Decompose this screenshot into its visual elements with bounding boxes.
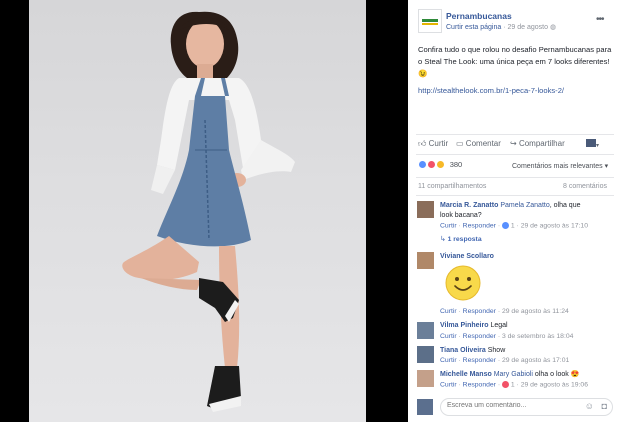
comment-text: Legal — [490, 322, 508, 329]
comment-button[interactable]: ▭ Comentar — [456, 139, 501, 148]
comment-meta: Curtir · Responder · 1 · 29 de agosto às… — [440, 381, 588, 389]
comment-author[interactable]: Tiana Oliveira — [440, 347, 486, 354]
comment-text: olha o look 😍 — [532, 371, 580, 378]
divider — [416, 134, 614, 135]
avatar[interactable] — [417, 370, 434, 387]
comment-like-link[interactable]: Curtir — [440, 357, 457, 364]
comment-body: Vilma Pinheiro Legal — [440, 321, 508, 331]
comment-like-link[interactable]: Curtir — [440, 381, 457, 388]
post-side-panel: Pernambucanas Curtir esta página · 29 de… — [408, 0, 620, 422]
comment-time[interactable]: 29 de agosto às 19:06 — [521, 381, 588, 388]
comment-time[interactable]: 3 de setembro às 18:04 — [502, 333, 573, 340]
comment-body: Marcia R. Zanatto Pamela Zanatto, olha q… — [440, 201, 590, 221]
post-meta: Curtir esta página · 29 de agosto ◍ — [446, 23, 556, 31]
reply-arrow-icon: ↳ — [440, 236, 446, 243]
divider — [416, 195, 614, 196]
comment-body: Michelle Manso Mary Gabioli olha o look … — [440, 370, 610, 380]
comment-like-link[interactable]: Curtir — [440, 333, 457, 340]
comment-like-link[interactable]: Curtir — [440, 308, 457, 315]
comment-label: Comentar — [465, 139, 501, 148]
photo-viewer — [0, 0, 408, 422]
comment-author[interactable]: Michelle Manso — [440, 371, 492, 378]
love-reaction-icon — [501, 381, 509, 388]
meta-separator: · — [503, 24, 506, 31]
options-icon[interactable]: ••• — [596, 14, 604, 25]
share-icon: ↪ — [510, 139, 517, 148]
comment-author[interactable]: Marcia R. Zanatto — [440, 202, 498, 209]
comment-like-link[interactable]: Curtir — [440, 222, 457, 229]
chevron-down-icon: ▾ — [604, 163, 609, 170]
comment-time[interactable]: 29 de agosto às 17:01 — [502, 357, 569, 364]
comment-time[interactable]: 29 de agosto às 17:10 — [521, 222, 588, 229]
avatar-dropdown-icon — [586, 139, 596, 147]
comment-like-count: 1 — [510, 222, 515, 230]
comment-time[interactable]: 29 de agosto às 11:24 — [502, 308, 569, 315]
post-photo[interactable] — [29, 0, 366, 422]
comment-reply-link[interactable]: Responder — [463, 308, 496, 315]
avatar[interactable] — [417, 322, 434, 339]
thumbs-up-icon: 👍︎ — [418, 139, 427, 148]
comment-sort-dropdown[interactable]: Comentários mais relevantes ▾ — [512, 162, 608, 170]
haha-reaction-icon — [436, 160, 446, 170]
post-date[interactable]: 29 de agosto — [508, 24, 548, 31]
comment-author[interactable]: Viviane Scollaro — [440, 253, 494, 260]
comment-icon: ▭ — [456, 139, 464, 148]
post-link[interactable]: http://stealthelook.com.br/1-peca-7-look… — [418, 86, 564, 95]
smiley-sticker[interactable] — [444, 264, 482, 302]
comment-input[interactable] — [447, 402, 567, 409]
page-name[interactable]: Pernambucanas — [446, 11, 512, 21]
comment-meta: Curtir · Responder · 29 de agosto às 11:… — [440, 308, 569, 315]
smiley-sticker-icon — [445, 265, 481, 301]
comment-meta: Curtir · Responder · 3 de setembro às 18… — [440, 333, 574, 340]
divider — [416, 177, 614, 178]
camera-icon[interactable]: ◘ — [602, 401, 607, 411]
page-avatar[interactable] — [418, 9, 442, 33]
avatar[interactable] — [417, 252, 434, 269]
replies-link[interactable]: ↳ 1 resposta — [440, 235, 482, 243]
emoji-icon[interactable]: ☺ — [585, 401, 594, 411]
avatar-dropdown[interactable]: ▾ — [586, 139, 599, 149]
avatar[interactable] — [417, 346, 434, 363]
sort-label: Comentários mais relevantes — [512, 163, 603, 170]
comments-count[interactable]: 8 comentários — [563, 183, 607, 190]
comment-reply-link[interactable]: Responder — [463, 333, 496, 340]
avatar[interactable] — [417, 201, 434, 218]
comment-like-count: 1 — [510, 381, 515, 389]
comment-meta: Curtir · Responder · 29 de agosto às 17:… — [440, 357, 570, 364]
reaction-count: 380 — [449, 160, 463, 170]
love-reaction-icon — [427, 160, 437, 170]
comment-author[interactable]: Vilma Pinheiro — [440, 322, 489, 329]
shares-count[interactable]: 11 compartilhamentos — [418, 183, 486, 190]
replies-count: 1 resposta — [447, 236, 482, 243]
like-page-link[interactable]: Curtir esta página — [446, 24, 501, 31]
comment-reply-link[interactable]: Responder — [463, 381, 496, 388]
comment-reply-link[interactable]: Responder — [463, 357, 496, 364]
share-button[interactable]: ↪ Compartilhar — [510, 139, 565, 148]
comment-reply-link[interactable]: Responder — [463, 222, 496, 229]
like-label: Curtir — [428, 139, 449, 148]
globe-icon: ◍ — [549, 24, 557, 31]
comment-body: Tiana Oliveira Show — [440, 346, 505, 356]
comment-mention[interactable]: Pamela Zanatto — [500, 202, 549, 209]
divider — [416, 154, 614, 155]
comment-meta: Curtir · Responder · 1 · 29 de agosto às… — [440, 222, 588, 230]
model-illustration — [122, 11, 295, 412]
avatar — [417, 399, 433, 415]
reactions-summary[interactable]: 380 — [418, 160, 463, 170]
comment-body: Viviane Scollaro — [440, 252, 494, 262]
post-text: Confira tudo o que rolou no desafio Pern… — [418, 45, 612, 78]
comment-composer[interactable]: ☺ ◘ — [440, 398, 613, 416]
share-label: Compartilhar — [518, 139, 565, 148]
comment-text: Show — [487, 347, 506, 354]
like-reaction-icon — [418, 160, 427, 170]
like-reaction-icon — [501, 222, 509, 229]
like-button[interactable]: 👍︎ Curtir — [418, 139, 448, 149]
comment-mention[interactable]: Mary Gabioli — [494, 371, 533, 378]
